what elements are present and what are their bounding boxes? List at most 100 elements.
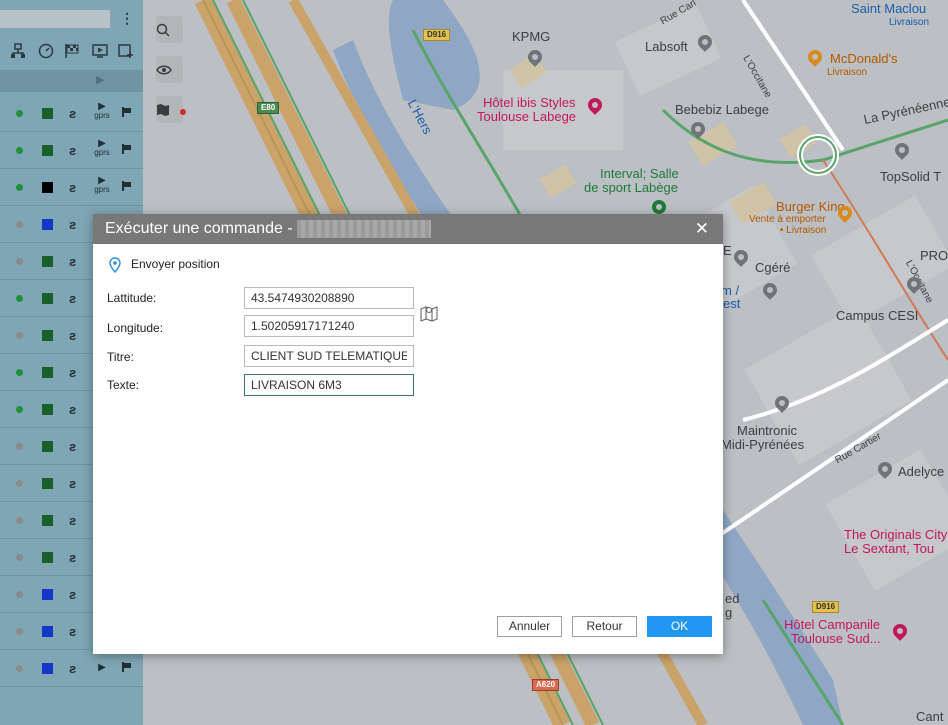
vehicle-color-swatch [42,219,53,230]
longitude-field[interactable] [244,315,414,337]
checkered-flag-icon[interactable] [63,43,81,61]
vehicle-color-swatch [42,145,53,156]
back-button[interactable]: Retour [572,616,637,637]
vehicle-color-swatch [42,256,53,267]
place-label[interactable]: Cgéré [755,261,790,275]
longitude-label: Longitude: [107,321,164,335]
title-label: Titre: [107,350,134,364]
vehicle-color-swatch [42,515,53,526]
dialog-title: Exécuter une commande - [105,220,293,237]
status-dot [16,147,23,154]
monitor-play-icon[interactable] [91,43,109,61]
cancel-button[interactable]: Annuler [497,616,562,637]
place-label[interactable]: Hôtel ibis Styles [483,96,575,110]
signal-icon: ƨ [69,180,77,195]
play-icon[interactable]: ▶ [96,73,104,86]
menu-dots-icon[interactable]: ⋮ [120,10,134,27]
place-label[interactable]: Burger King [776,200,845,214]
vehicle-row[interactable]: ƨ ▶ gprs [0,96,143,132]
add-window-icon[interactable] [117,43,135,61]
signal-icon: ƨ [69,439,77,454]
place-label: ed [725,591,740,606]
command-name: Envoyer position [131,257,220,271]
latitude-label: Lattitude: [107,291,157,305]
flag-icon[interactable] [122,181,131,191]
vehicle-color-swatch [42,293,53,304]
place-sublabel: de sport Labège [584,180,678,195]
vehicle-color-swatch [42,552,53,563]
notification-dot [180,109,186,115]
gprs-play-icon[interactable]: ▶ gprs [94,175,110,195]
map-pick-icon[interactable] [420,304,438,322]
gprs-label: gprs [94,111,110,120]
signal-icon: ƨ [69,513,77,528]
close-icon[interactable]: ✕ [695,219,709,239]
place-label[interactable]: Cant [916,710,943,724]
signal-icon: ƨ [69,661,77,676]
place-label[interactable]: Adelyce [898,465,944,479]
dialog-titlebar[interactable]: Exécuter une commande - ✕ [93,214,723,244]
place-label[interactable]: The Originals City [844,528,947,542]
vehicle-color-swatch [42,663,53,674]
vehicle-row[interactable]: ƨ ▶ gprs [0,170,143,206]
vehicle-search-input[interactable] [0,9,111,29]
search-icon[interactable] [156,16,183,43]
play-icon: ▶ [98,175,106,186]
status-dot [16,665,23,672]
vehicle-color-swatch [42,478,53,489]
place-label[interactable]: Maintronic [737,424,797,438]
signal-icon: ƨ [69,365,77,380]
signal-icon: ƨ [69,254,77,269]
place-label[interactable]: Hôtel Campanile [784,618,880,632]
latitude-field[interactable] [244,287,414,309]
place-sublabel: Le Sextant, Tou [844,541,935,556]
place-sublabel: Midi-Pyrénées [721,437,805,452]
map-layers-icon[interactable] [156,96,183,123]
vehicle-color-swatch [42,404,53,415]
vehicle-color-swatch [42,330,53,341]
text-field[interactable] [244,374,414,396]
speedometer-icon[interactable] [37,43,55,61]
vehicle-row[interactable]: ƨ ▶ gprs [0,133,143,169]
place-label[interactable]: Bebebiz Labege [675,103,769,117]
gprs-play-icon[interactable]: ▶ gprs [94,102,110,121]
status-dot [16,332,23,339]
road-shield: D916 [812,601,840,613]
signal-icon: ƨ [69,217,77,232]
place-label[interactable]: KPMG [512,30,550,44]
network-icon[interactable] [9,43,27,61]
vehicle-color-swatch [42,626,53,637]
place-sublabel: Toulouse Labege [477,109,577,124]
place-label[interactable]: Campus CESI [836,309,918,323]
place-sublabel: Toulouse Sud... [791,631,881,646]
status-dot [16,443,23,450]
gprs-play-icon[interactable]: ▶ gprs [94,139,110,158]
status-dot [16,110,23,117]
flag-icon[interactable] [122,662,131,672]
vehicle-color-swatch [42,367,53,378]
status-dot [16,480,23,487]
eye-icon[interactable] [156,56,183,83]
status-dot [16,295,23,302]
ok-button[interactable]: OK [647,616,712,637]
play-icon[interactable]: ▶ [94,663,110,673]
status-dot [16,554,23,561]
execute-command-dialog: Exécuter une commande - ✕ Envoyer positi… [93,214,723,654]
vehicle-row[interactable]: ƨ▶ [0,651,143,687]
signal-icon: ƨ [69,587,77,602]
place-label[interactable]: TopSolid T [880,170,941,184]
flag-icon[interactable] [122,144,131,154]
place-label[interactable]: McDonald's [830,52,898,66]
place-label[interactable]: PRO [920,249,948,263]
place-sublabel: Livraison [889,17,930,28]
place-label[interactable]: Interval; Salle [600,167,679,181]
place-label[interactable]: Saint Maclou [851,2,926,16]
place-label[interactable]: Labsoft [645,40,688,54]
redacted-vehicle-name [297,220,431,238]
flag-icon[interactable] [122,107,131,117]
signal-icon: ƨ [69,291,77,306]
signal-icon: ƨ [69,143,77,158]
place-sublabel: • Livraison [780,225,827,236]
title-field[interactable] [244,345,414,367]
road-shield: A620 [532,679,560,691]
